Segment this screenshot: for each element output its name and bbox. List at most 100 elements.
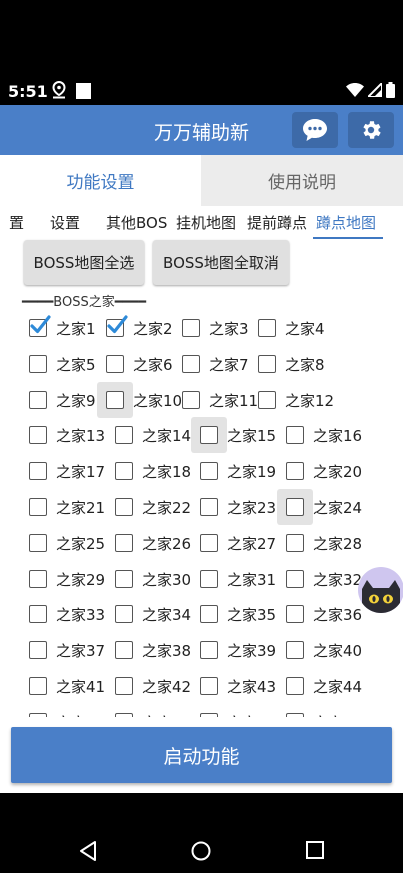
checkbox[interactable] [115,534,133,552]
home-checkbox-item[interactable]: 之家1 [29,310,111,346]
checkbox[interactable] [200,605,218,623]
home-checkbox-item[interactable]: 之家24 [277,489,368,525]
checkbox[interactable] [286,641,304,659]
subtab-settings[interactable]: 设置 [50,212,80,233]
home-checkbox-item[interactable]: 之家15 [191,417,282,453]
home-checkbox-item[interactable]: 之家13 [29,417,111,453]
checkbox[interactable] [182,391,200,409]
home-checkbox-item[interactable]: 之家44 [286,668,368,704]
checkbox[interactable] [200,426,218,444]
home-checkbox-item[interactable]: 之家16 [286,417,368,453]
home-checkbox-item[interactable]: 之家3 [182,310,264,346]
subtab-early-camp[interactable]: 提前蹲点 [247,212,307,233]
home-checkbox-item[interactable]: 之家22 [115,489,197,525]
checkbox[interactable] [106,355,124,373]
home-checkbox-item[interactable]: 之家39 [200,632,282,668]
home-checkbox-item[interactable]: 之家23 [200,489,282,525]
home-checkbox-item[interactable]: 之家6 [106,346,188,382]
checkbox[interactable] [29,570,47,588]
home-checkbox-item[interactable]: 之家2 [106,310,188,346]
checkbox[interactable] [200,677,218,695]
checkbox[interactable] [258,391,276,409]
checkbox[interactable] [115,713,133,717]
home-checkbox-item[interactable]: 之家29 [29,561,111,597]
home-checkbox-item[interactable]: 之家14 [115,417,197,453]
checkbox[interactable] [115,605,133,623]
home-checkbox-item[interactable]: 之家40 [286,632,368,668]
home-checkbox-item[interactable]: 之家26 [115,525,197,561]
home-checkbox-item[interactable]: 之家17 [29,453,111,489]
checkbox[interactable] [200,534,218,552]
home-checkbox-item[interactable]: 之家33 [29,596,111,632]
home-checkbox-item[interactable]: 之家42 [115,668,197,704]
checkbox[interactable] [286,462,304,480]
home-checkbox-item[interactable]: 之家18 [115,453,197,489]
checkbox[interactable] [106,391,124,409]
home-checkbox-item[interactable]: 之家48 [286,704,368,717]
home-checkbox-item[interactable]: 之家34 [115,596,197,632]
nav-back-icon[interactable] [79,841,97,865]
start-function-button[interactable]: 启动功能 [11,727,392,783]
nav-home-icon[interactable] [191,841,211,865]
checkbox[interactable] [286,534,304,552]
checkbox[interactable] [29,605,47,623]
home-checkbox-item[interactable]: 之家27 [200,525,282,561]
checkbox[interactable] [286,605,304,623]
checkbox[interactable] [115,641,133,659]
checkbox[interactable] [200,498,218,516]
tab-feature-settings[interactable]: 功能设置 [0,155,201,206]
home-checkbox-item[interactable]: 之家28 [286,525,368,561]
checkbox[interactable] [29,713,47,717]
checkbox[interactable] [115,570,133,588]
home-checkbox-item[interactable]: 之家20 [286,453,368,489]
home-checkbox-item[interactable]: 之家41 [29,668,111,704]
checkbox[interactable] [286,570,304,588]
checkbox[interactable] [29,641,47,659]
checkbox[interactable] [286,426,304,444]
home-checkbox-item[interactable]: 之家5 [29,346,111,382]
subtab-idle-map[interactable]: 挂机地图 [176,212,236,233]
home-checkbox-item[interactable]: 之家43 [200,668,282,704]
home-checkbox-item[interactable]: 之家38 [115,632,197,668]
tab-instructions[interactable]: 使用说明 [201,155,403,206]
home-checkbox-item[interactable]: 之家35 [200,596,282,632]
nav-recents-icon[interactable] [306,841,324,863]
settings-button[interactable] [348,112,394,148]
home-checkbox-item[interactable]: 之家31 [200,561,282,597]
checkbox[interactable] [286,498,304,516]
checkbox[interactable] [200,462,218,480]
checkbox[interactable] [115,677,133,695]
home-checkbox-item[interactable]: 之家4 [258,310,340,346]
floating-cat-avatar[interactable] [358,567,403,613]
checkbox[interactable] [182,319,200,337]
checkbox[interactable] [115,426,133,444]
checkbox[interactable] [29,426,47,444]
checkbox[interactable] [258,319,276,337]
home-checkbox-item[interactable]: 之家12 [258,382,340,418]
subtab-other-boss[interactable]: 其他BOS [106,212,167,233]
home-checkbox-item[interactable]: 之家21 [29,489,111,525]
checkbox[interactable] [29,534,47,552]
home-checkbox-item[interactable]: 之家47 [200,704,282,717]
home-checkbox-item[interactable]: 之家8 [258,346,340,382]
home-checkbox-item[interactable]: 之家45 [29,704,111,717]
home-checkbox-item[interactable]: 之家11 [182,382,264,418]
checkbox[interactable] [115,462,133,480]
checkbox[interactable] [258,355,276,373]
checkbox[interactable] [29,677,47,695]
home-checkbox-item[interactable]: 之家32 [286,561,368,597]
subtab-partial[interactable]: 置 [9,212,24,233]
checkbox[interactable] [29,391,47,409]
home-checkbox-item[interactable]: 之家36 [286,596,368,632]
select-all-boss-maps-button[interactable]: BOSS地图全选 [24,240,144,285]
home-checkbox-item[interactable]: 之家7 [182,346,264,382]
checkbox[interactable] [286,677,304,695]
checkbox[interactable] [286,713,304,717]
home-checkbox-item[interactable]: 之家30 [115,561,197,597]
home-checkbox-item[interactable]: 之家46 [115,704,197,717]
checkbox[interactable] [29,462,47,480]
checkbox[interactable] [29,498,47,516]
checkbox[interactable] [29,355,47,373]
checkbox[interactable] [200,641,218,659]
home-checkbox-item[interactable]: 之家37 [29,632,111,668]
